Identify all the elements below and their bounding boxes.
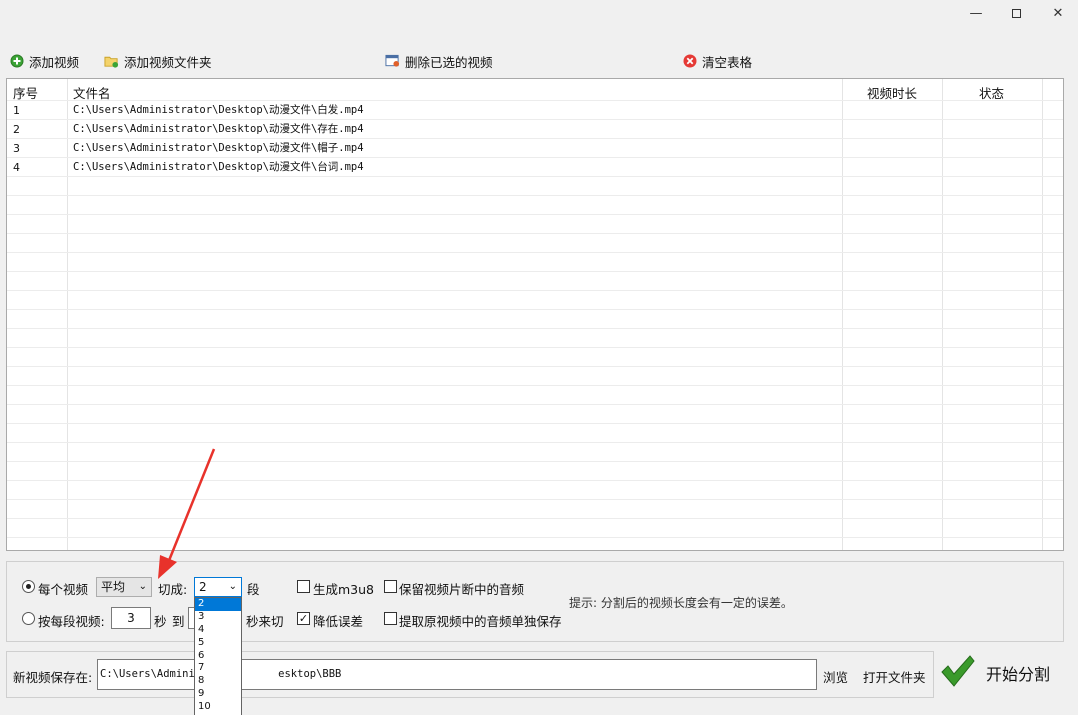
row-gridline bbox=[7, 347, 1063, 348]
save-path-end: esktop\BBB bbox=[278, 668, 342, 680]
mode-select[interactable]: 平均 ⌄ bbox=[96, 577, 152, 597]
row-gridline bbox=[7, 385, 1063, 386]
row-gridline bbox=[7, 366, 1063, 367]
row-gridline bbox=[7, 214, 1063, 215]
keep-audio-label: 保留视频片断中的音频 bbox=[399, 582, 525, 597]
mode-value: 平均 bbox=[101, 580, 126, 594]
extract-audio-label: 提取原视频中的音频单独保存 bbox=[399, 614, 562, 629]
seconds-input[interactable]: 3 bbox=[111, 607, 151, 629]
keep-audio-checkbox[interactable] bbox=[384, 580, 397, 593]
row-gridline bbox=[7, 328, 1063, 329]
annotation-arrow-icon bbox=[158, 448, 216, 579]
row-gridline bbox=[7, 233, 1063, 234]
row-index: 4 bbox=[13, 161, 20, 174]
clear-table-label: 清空表格 bbox=[702, 54, 753, 70]
row-gridline bbox=[7, 290, 1063, 291]
row-gridline bbox=[7, 271, 1063, 272]
generate-m3u8-checkbox[interactable] bbox=[297, 580, 310, 593]
checkmark-icon bbox=[940, 654, 976, 692]
close-icon: ✕ bbox=[1052, 5, 1064, 21]
dropdown-option[interactable]: 8 bbox=[195, 675, 241, 688]
segments-dropdown-list[interactable]: 2 3 4 5 6 7 8 9 10 bbox=[194, 597, 242, 715]
row-gridline bbox=[7, 309, 1063, 310]
row-filename: C:\Users\Administrator\Desktop\动漫文件\帽子.m… bbox=[73, 142, 364, 154]
start-split-button[interactable]: 开始分割 bbox=[936, 648, 1066, 698]
dropdown-option[interactable]: 4 bbox=[195, 624, 241, 637]
add-video-button[interactable]: 添加视频 bbox=[9, 51, 79, 71]
dropdown-option[interactable]: 2 bbox=[195, 598, 241, 611]
row-filename: C:\Users\Administrator\Desktop\动漫文件\白发.m… bbox=[73, 104, 364, 116]
row-filename: C:\Users\Administrator\Desktop\动漫文件\存在.m… bbox=[73, 123, 364, 135]
seconds-unit: 秒 bbox=[154, 614, 167, 629]
save-location-label: 新视频保存在: bbox=[13, 670, 93, 685]
chevron-down-icon: ⌄ bbox=[138, 581, 147, 592]
minimize-button[interactable]: — bbox=[955, 0, 997, 26]
add-video-label: 添加视频 bbox=[29, 54, 80, 70]
row-index: 3 bbox=[13, 142, 20, 155]
open-folder-button[interactable]: 打开文件夹 bbox=[863, 667, 926, 686]
add-folder-label: 添加视频文件夹 bbox=[124, 54, 212, 70]
delete-selected-button[interactable]: 删除已选的视频 bbox=[385, 51, 493, 71]
segments-unit: 段 bbox=[247, 582, 260, 597]
add-folder-button[interactable]: 添加视频文件夹 bbox=[104, 51, 212, 71]
hint-text: 提示: 分割后的视频长度会有一定的误差。 bbox=[569, 596, 793, 610]
per-video-radio[interactable] bbox=[22, 580, 35, 593]
row-gridline bbox=[7, 195, 1063, 196]
row-index: 2 bbox=[13, 123, 20, 136]
extract-audio-checkbox[interactable] bbox=[384, 612, 397, 625]
per-video-label: 每个视频 bbox=[38, 582, 89, 597]
checkmark-icon: ✓ bbox=[298, 612, 309, 625]
row-gridline bbox=[7, 423, 1063, 424]
minimize-icon: — bbox=[969, 5, 983, 21]
reduce-error-label: 降低误差 bbox=[313, 614, 364, 629]
to-label: 到 bbox=[172, 614, 185, 629]
seconds-cut-label: 秒来切 bbox=[246, 614, 284, 629]
close-window-button[interactable]: ✕ bbox=[1037, 0, 1078, 26]
clear-icon bbox=[682, 54, 697, 69]
per-segment-radio[interactable] bbox=[22, 612, 35, 625]
add-icon bbox=[9, 54, 24, 69]
dropdown-option[interactable]: 10 bbox=[195, 701, 241, 714]
dropdown-option[interactable]: 6 bbox=[195, 650, 241, 663]
browse-button[interactable]: 浏览 bbox=[823, 667, 848, 686]
dropdown-option[interactable]: 9 bbox=[195, 688, 241, 701]
folder-add-icon bbox=[104, 54, 119, 69]
delete-selected-label: 删除已选的视频 bbox=[405, 54, 493, 70]
row-gridline bbox=[7, 404, 1063, 405]
delete-window-icon bbox=[385, 54, 400, 69]
dropdown-option[interactable]: 5 bbox=[195, 637, 241, 650]
chevron-down-icon: ⌄ bbox=[228, 581, 237, 592]
dropdown-option[interactable]: 7 bbox=[195, 662, 241, 675]
save-path-start: C:\Users\Adminis bbox=[100, 668, 202, 680]
dropdown-option[interactable]: 3 bbox=[195, 611, 241, 624]
per-segment-label: 按每段视频: bbox=[38, 614, 105, 629]
maximize-icon bbox=[1011, 8, 1021, 18]
row-index: 1 bbox=[13, 104, 20, 117]
start-split-label: 开始分割 bbox=[986, 665, 1051, 684]
row-filename: C:\Users\Administrator\Desktop\动漫文件\台词.m… bbox=[73, 161, 364, 173]
reduce-error-checkbox[interactable]: ✓ bbox=[297, 612, 310, 625]
row-gridline bbox=[7, 252, 1063, 253]
maximize-button[interactable] bbox=[995, 0, 1037, 26]
clear-table-button[interactable]: 清空表格 bbox=[682, 51, 752, 71]
row-gridline bbox=[7, 442, 1063, 443]
generate-m3u8-label: 生成m3u8 bbox=[313, 582, 375, 597]
